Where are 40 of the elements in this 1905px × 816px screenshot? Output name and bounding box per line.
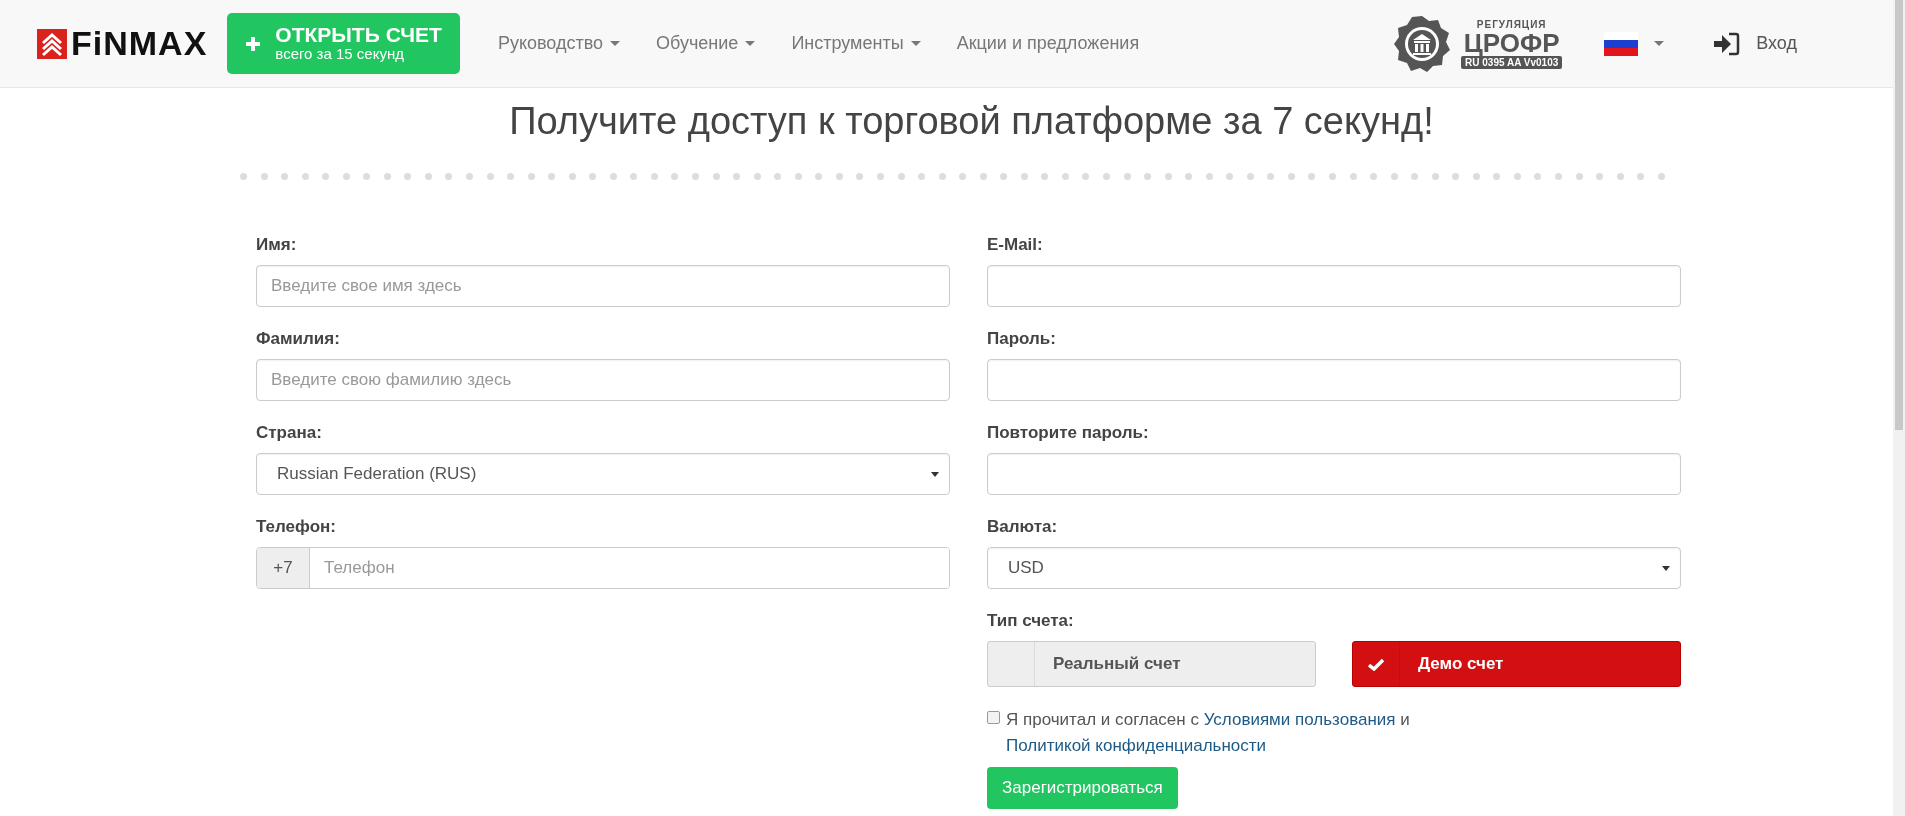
nav-link[interactable]: Обучение <box>638 33 774 54</box>
logo-text: FiNMAX <box>71 24 208 63</box>
field-label: Имя: <box>256 234 298 255</box>
dropdown-field[interactable]: USD <box>987 547 1681 589</box>
scrollbar[interactable] <box>1893 0 1905 816</box>
login-icon <box>1712 31 1741 56</box>
license-number: RU 0395 AA Vv0103 <box>1461 55 1563 69</box>
nav-link[interactable]: Акции и предложения <box>938 33 1158 54</box>
account-type-option[interactable]: Демо счет <box>1352 641 1681 687</box>
agreement-checkbox[interactable] <box>987 711 1000 724</box>
nav-link[interactable]: Инструменты <box>773 33 939 54</box>
caret-icon <box>1662 565 1670 571</box>
field-label: Телефон: <box>256 516 337 537</box>
plus-icon <box>245 35 262 52</box>
page-title: Получите доступ к торговой платформе за 7 секунд! <box>508 99 1435 143</box>
account-type-option[interactable]: Реальный счет <box>987 641 1316 687</box>
field-label: Тип счета: <box>987 610 1075 631</box>
field-label: Фамилия: <box>256 328 341 349</box>
input-field[interactable] <box>987 265 1681 307</box>
field-label: Валюта: <box>987 516 1059 537</box>
regulation-caption: РЕГУЛЯЦИЯ <box>1476 18 1547 30</box>
input-field[interactable] <box>987 453 1681 495</box>
field-label: Пароль: <box>987 328 1057 349</box>
terms-link[interactable]: Условиями пользования <box>1203 710 1396 729</box>
check-icon <box>1368 657 1384 671</box>
login-link[interactable]: Вход <box>1706 30 1803 57</box>
privacy-link[interactable]: Политикой конфиденциальности <box>1006 736 1267 755</box>
logo-icon <box>37 28 67 59</box>
field-label: Повторите пароль: <box>987 422 1150 443</box>
input-field[interactable]: Введите свое имя здесь <box>256 265 950 307</box>
caret-icon <box>931 471 939 477</box>
regulator-seal-icon <box>1393 14 1452 73</box>
input-field[interactable]: Введите свою фамилию здесь <box>256 359 950 401</box>
nav-link[interactable]: Руководство <box>479 33 639 54</box>
phone-field[interactable]: +7 Телефон <box>256 547 950 589</box>
dropdown-field[interactable]: Russian Federation (RUS) <box>256 453 950 495</box>
field-label: Страна: <box>256 422 323 443</box>
agreement-text: Я прочитал и согласен с Условиями пользования и Политикой конфиденциальности <box>1006 709 1411 757</box>
input-field[interactable] <box>987 359 1681 401</box>
field-label: E-Mail: <box>987 234 1044 255</box>
